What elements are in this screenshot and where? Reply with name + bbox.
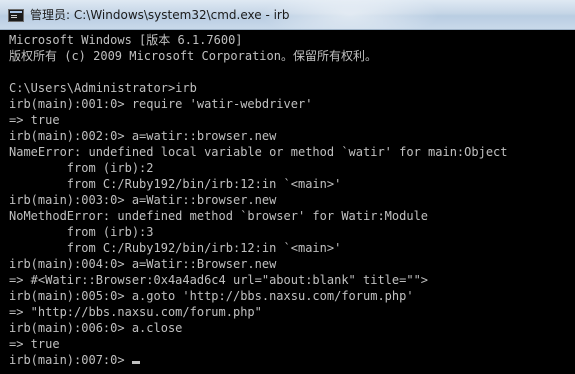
console-line: from (irb):3 xyxy=(9,225,154,239)
console-area[interactable]: Microsoft Windows [版本 6.1.7600] 版权所有 (c)… xyxy=(0,30,575,374)
console-line: 版权所有 (c) 2009 Microsoft Corporation。保留所有… xyxy=(9,49,377,63)
console-line: C:\Users\Administrator>irb xyxy=(9,81,197,95)
console-prompt: irb(main):007:0> xyxy=(9,353,132,367)
console-prompt-line[interactable]: irb(main):007:0> xyxy=(9,352,575,368)
console-line: irb(main):003:0> a=Watir::browser.new xyxy=(9,193,277,207)
console-line: irb(main):001:0> require 'watir-webdrive… xyxy=(9,97,313,111)
title-bar[interactable]: 管理员: C:\Windows\system32\cmd.exe - irb xyxy=(0,0,575,30)
text-cursor xyxy=(131,361,140,364)
console-line: from C:/Ruby192/bin/irb:12:in `<main>' xyxy=(9,241,342,255)
cmd-icon[interactable] xyxy=(8,9,24,22)
console-line: NoMethodError: undefined method `browser… xyxy=(9,209,429,223)
console-line: irb(main):004:0> a=Watir::Browser.new xyxy=(9,257,277,271)
console-line: => true xyxy=(9,337,60,351)
console-line: => "http://bbs.naxsu.com/forum.php" xyxy=(9,305,262,319)
console-line: from (irb):2 xyxy=(9,161,154,175)
window-title: 管理员: C:\Windows\system32\cmd.exe - irb xyxy=(30,8,290,22)
console-line: => #<Watir::Browser:0x4a4ad6c4 url="abou… xyxy=(9,273,429,287)
console-line: Microsoft Windows [版本 6.1.7600] xyxy=(9,33,243,47)
console-line: NameError: undefined local variable or m… xyxy=(9,145,508,159)
console-line: irb(main):005:0> a.goto 'http://bbs.naxs… xyxy=(9,289,414,303)
cmd-window: 管理员: C:\Windows\system32\cmd.exe - irb M… xyxy=(0,0,575,374)
console-line: => true xyxy=(9,113,60,127)
console-line: irb(main):006:0> a.close xyxy=(9,321,183,335)
console-line: irb(main):002:0> a=watir::browser.new xyxy=(9,129,277,143)
console-line: from C:/Ruby192/bin/irb:12:in `<main>' xyxy=(9,177,342,191)
